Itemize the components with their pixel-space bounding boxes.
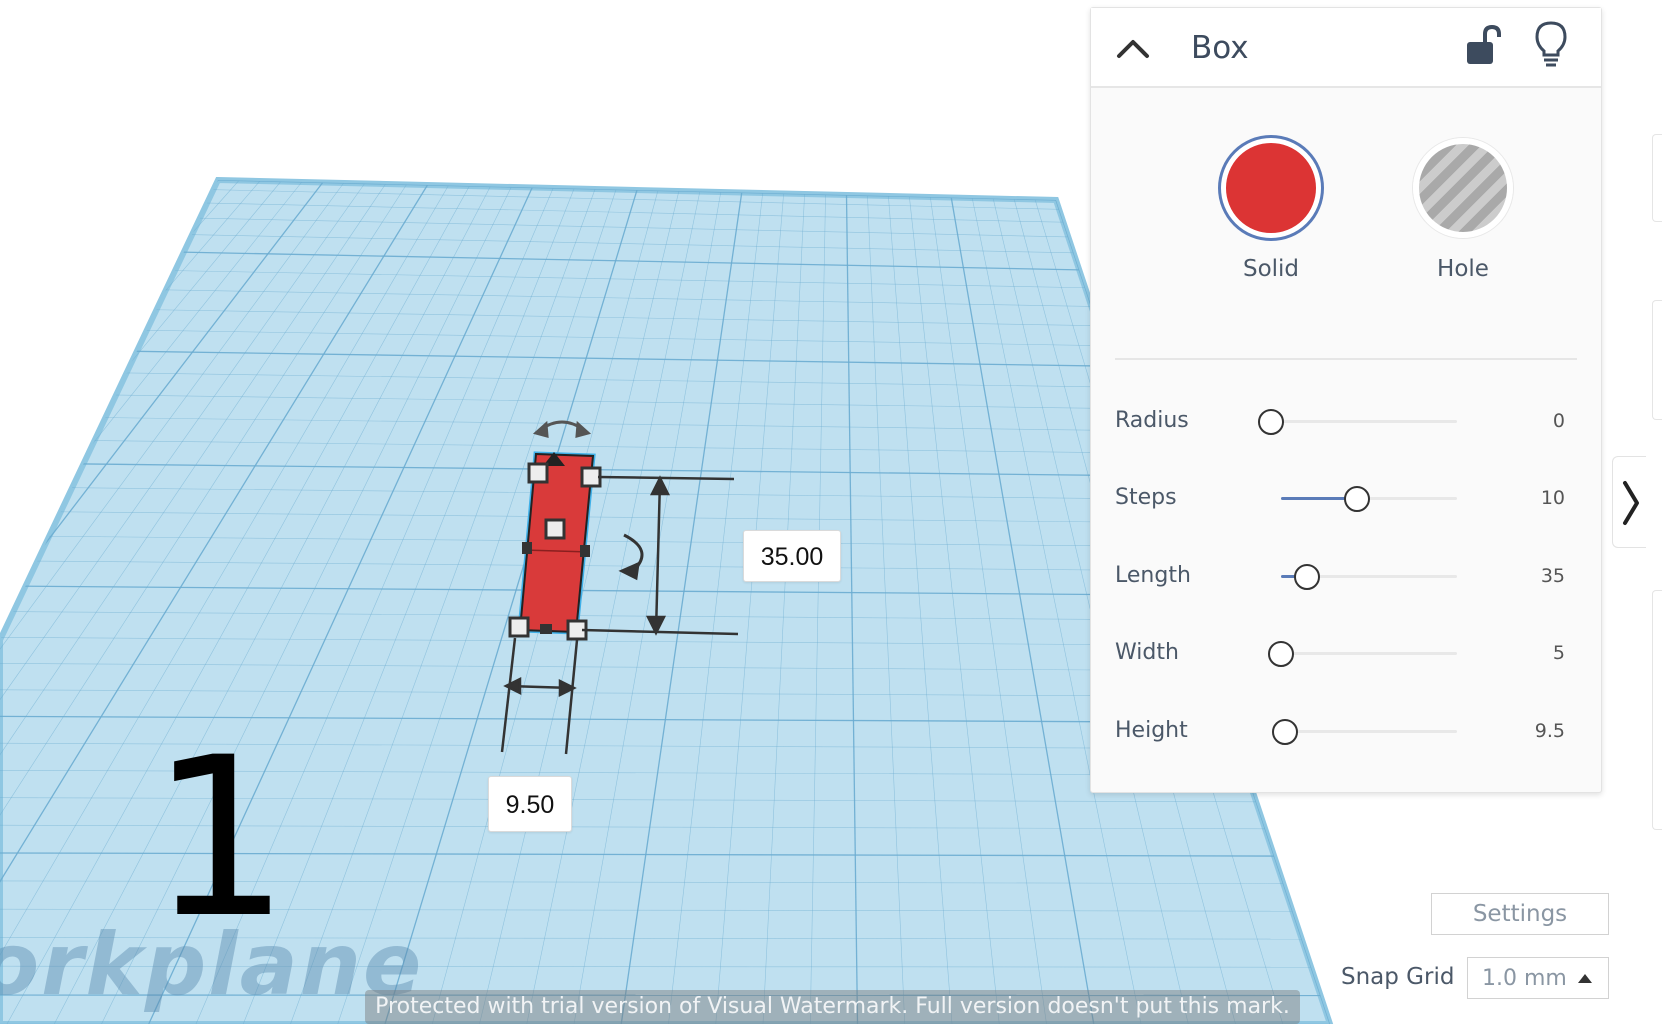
solid-label: Solid <box>1242 256 1300 282</box>
radius-slider[interactable] <box>1258 409 1457 435</box>
chevron-right-icon <box>1623 481 1639 525</box>
solid-mode-button[interactable]: Solid <box>1201 138 1341 282</box>
settings-button[interactable]: Settings <box>1431 893 1609 935</box>
property-value[interactable]: 0 <box>1515 410 1565 432</box>
caret-up-icon <box>1578 974 1592 983</box>
height-slider[interactable] <box>1272 719 1457 745</box>
slider-knob[interactable] <box>1294 564 1320 590</box>
lock-button[interactable] <box>1463 24 1503 68</box>
property-label: Length <box>1115 563 1191 588</box>
workplane-label: orkplane <box>0 915 424 1015</box>
property-label: Width <box>1115 640 1179 665</box>
property-value[interactable]: 35 <box>1515 565 1565 587</box>
property-row-steps: Steps 10 <box>1115 477 1585 517</box>
side-tab-middle[interactable] <box>1652 300 1662 420</box>
length-dimension-input[interactable]: 35.00 <box>743 530 841 582</box>
slider-knob[interactable] <box>1344 486 1370 512</box>
length-slider[interactable] <box>1281 564 1457 590</box>
property-label: Height <box>1115 718 1188 743</box>
collapse-button[interactable] <box>1113 28 1153 68</box>
property-value[interactable]: 5 <box>1515 642 1565 664</box>
chevron-up-icon <box>1117 40 1149 58</box>
property-row-length: Length 35 <box>1115 555 1585 595</box>
property-row-height: Height 9.5 <box>1115 710 1585 750</box>
hole-swatch-icon <box>1413 138 1513 238</box>
hole-label: Hole <box>1437 256 1489 282</box>
panel-divider <box>1115 358 1577 360</box>
property-label: Radius <box>1115 408 1189 433</box>
unlock-icon <box>1467 24 1501 64</box>
width-slider[interactable] <box>1268 641 1457 667</box>
watermark-banner: Protected with trial version of Visual W… <box>365 990 1300 1024</box>
lightbulb-icon <box>1535 21 1567 67</box>
shape-title: Box <box>1191 30 1249 66</box>
shape-inspector-panel: Box Solid Hole Radius 0 Steps 10 Length … <box>1090 7 1602 793</box>
property-label: Steps <box>1115 485 1177 510</box>
steps-slider[interactable] <box>1281 486 1457 512</box>
solid-swatch-icon <box>1221 138 1321 238</box>
slider-knob[interactable] <box>1272 719 1298 745</box>
width-dimension-input[interactable]: 9.50 <box>488 776 572 832</box>
property-row-radius: Radius 0 <box>1115 400 1585 440</box>
property-value[interactable]: 9.5 <box>1515 720 1565 742</box>
slider-knob[interactable] <box>1268 641 1294 667</box>
inspector-header: Box <box>1091 8 1601 88</box>
slider-knob[interactable] <box>1258 409 1284 435</box>
side-tab-top[interactable] <box>1652 134 1662 222</box>
side-tab-lower[interactable] <box>1652 590 1662 830</box>
property-row-width: Width 5 <box>1115 632 1585 672</box>
snap-grid-value: 1.0 mm <box>1482 966 1567 991</box>
snap-grid-select[interactable]: 1.0 mm <box>1467 957 1609 999</box>
hint-button[interactable] <box>1531 20 1571 68</box>
property-value[interactable]: 10 <box>1515 487 1565 509</box>
hole-mode-button[interactable]: Hole <box>1393 138 1533 282</box>
snap-grid-label: Snap Grid <box>1341 964 1455 990</box>
expand-panel-button[interactable] <box>1612 456 1646 548</box>
